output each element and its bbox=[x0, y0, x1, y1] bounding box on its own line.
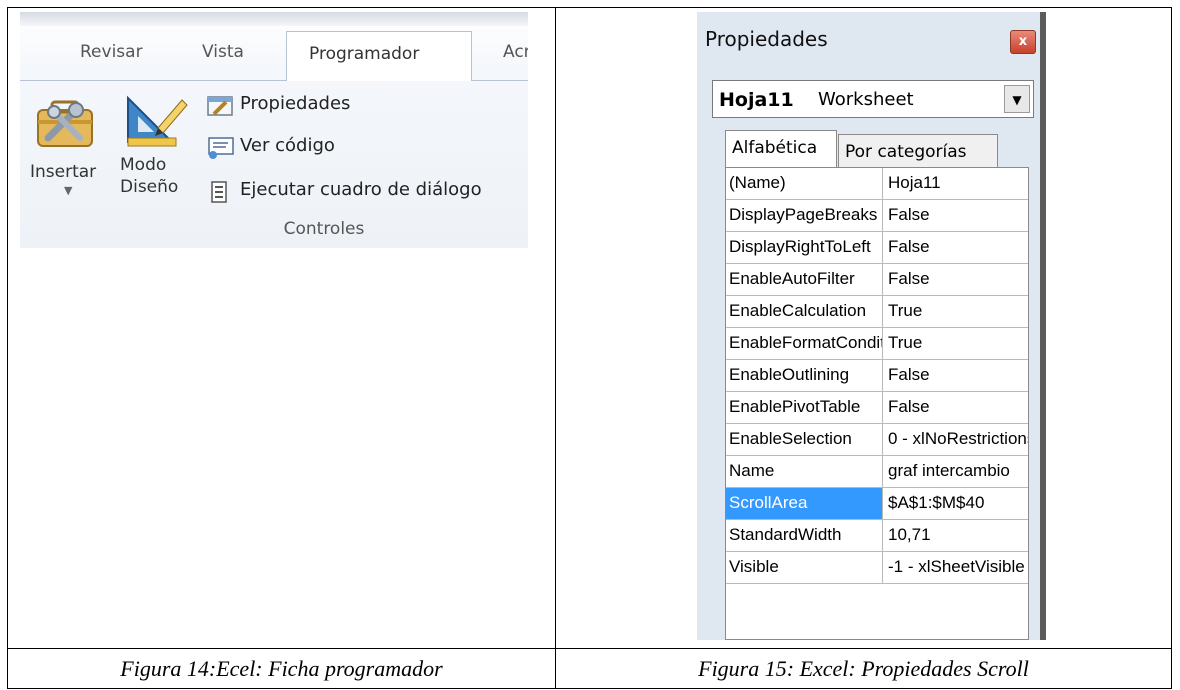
view-code-label: Ver código bbox=[240, 135, 335, 156]
property-value: -1 - xlSheetVisible bbox=[888, 557, 1025, 576]
property-row[interactable]: Visible -1 - xlSheetVisible bbox=[726, 552, 1028, 584]
caption-figure-15: Figura 15: Excel: Propiedades Scroll bbox=[698, 656, 1029, 681]
table-divider-vertical bbox=[555, 8, 556, 688]
property-name: EnableCalculation bbox=[726, 296, 883, 327]
property-value: False bbox=[888, 397, 930, 416]
property-value: False bbox=[888, 205, 930, 224]
property-name: Visible bbox=[726, 552, 883, 583]
caption-figure-14: Figura 14:Ecel: Ficha programador bbox=[120, 656, 443, 681]
properties-window: Propiedades x Hoja11 Worksheet ▼ Alfabét… bbox=[697, 12, 1046, 640]
property-row-selected[interactable]: ScrollArea $A$1:$M$40 bbox=[726, 488, 1028, 520]
property-row[interactable]: StandardWidth 10,71 bbox=[726, 520, 1028, 552]
property-row[interactable]: EnableCalculation True bbox=[726, 296, 1028, 328]
property-row[interactable]: EnableAutoFilter False bbox=[726, 264, 1028, 296]
property-row[interactable]: EnablePivotTable False bbox=[726, 392, 1028, 424]
property-value: False bbox=[888, 237, 930, 256]
group-label-controls: Controles bbox=[283, 219, 365, 239]
run-dialog-icon bbox=[211, 181, 227, 203]
tab-categorized[interactable]: Por categorías bbox=[838, 134, 998, 168]
insert-control-button[interactable] bbox=[34, 90, 96, 156]
property-name: ScrollArea bbox=[726, 488, 883, 519]
properties-icon bbox=[207, 96, 233, 116]
property-name: DisplayPageBreaks bbox=[726, 200, 883, 231]
dropdown-arrow-icon[interactable]: ▼ bbox=[1004, 85, 1030, 113]
property-row[interactable]: EnableOutlining False bbox=[726, 360, 1028, 392]
property-row[interactable]: EnableFormatConditionsCalculation True bbox=[726, 328, 1028, 360]
property-name: StandardWidth bbox=[726, 520, 883, 551]
tab-acrobat[interactable]: Acr bbox=[503, 42, 528, 62]
properties-title: Propiedades bbox=[705, 27, 828, 51]
tab-programador[interactable]: Programador bbox=[286, 31, 472, 81]
property-name: EnablePivotTable bbox=[726, 392, 883, 423]
property-name: EnableSelection bbox=[726, 424, 883, 455]
design-mode-label-2: Diseño bbox=[120, 177, 179, 197]
property-name: Name bbox=[726, 456, 883, 487]
property-name: EnableOutlining bbox=[726, 360, 883, 391]
property-value: 0 - xlNoRestrictions bbox=[888, 429, 1028, 448]
object-selector[interactable]: Hoja11 Worksheet ▼ bbox=[712, 80, 1034, 118]
ruler-triangle-icon bbox=[127, 95, 188, 147]
property-row[interactable]: EnableSelection 0 - xlNoRestrictions bbox=[726, 424, 1028, 456]
tab-alphabetic[interactable]: Alfabética bbox=[725, 130, 837, 168]
toolbox-icon bbox=[37, 100, 93, 147]
property-name: DisplayRightToLeft bbox=[726, 232, 883, 263]
close-button[interactable]: x bbox=[1010, 30, 1036, 54]
property-value: True bbox=[888, 333, 923, 352]
property-value: True bbox=[888, 301, 923, 320]
design-mode-label-1: Modo bbox=[120, 155, 167, 175]
run-dialog-label: Ejecutar cuadro de diálogo bbox=[240, 179, 482, 200]
properties-label: Propiedades bbox=[240, 93, 351, 114]
property-row[interactable]: DisplayRightToLeft False bbox=[726, 232, 1028, 264]
object-type: Worksheet bbox=[818, 89, 914, 110]
properties-grid: (Name) Hoja11 DisplayPageBreaks False Disp… bbox=[725, 167, 1029, 640]
property-name: EnableAutoFilter bbox=[726, 264, 883, 295]
property-value: graf intercambio bbox=[888, 461, 1010, 480]
excel-ribbon: Revisar Vista Programador Acr Insertar ▼… bbox=[20, 12, 528, 248]
object-name: Hoja11 bbox=[719, 89, 794, 111]
property-name: EnableFormatConditionsCalculation bbox=[726, 328, 883, 359]
property-value: False bbox=[888, 365, 930, 384]
chevron-down-icon: ▼ bbox=[64, 184, 73, 197]
property-value: $A$1:$M$40 bbox=[888, 493, 985, 512]
tab-vista[interactable]: Vista bbox=[202, 42, 244, 62]
property-row[interactable]: DisplayPageBreaks False bbox=[726, 200, 1028, 232]
property-value: Hoja11 bbox=[888, 173, 941, 192]
design-mode-button[interactable] bbox=[124, 92, 190, 152]
property-value: 10,71 bbox=[888, 525, 931, 544]
property-value: False bbox=[888, 269, 930, 288]
code-window-icon bbox=[208, 137, 234, 159]
property-name: (Name) bbox=[726, 168, 883, 199]
tab-revisar[interactable]: Revisar bbox=[80, 42, 143, 62]
property-row[interactable]: (Name) Hoja11 bbox=[726, 168, 1028, 200]
property-row[interactable]: Name graf intercambio bbox=[726, 456, 1028, 488]
table-divider-horizontal bbox=[8, 648, 1171, 649]
insert-label: Insertar bbox=[30, 162, 97, 182]
